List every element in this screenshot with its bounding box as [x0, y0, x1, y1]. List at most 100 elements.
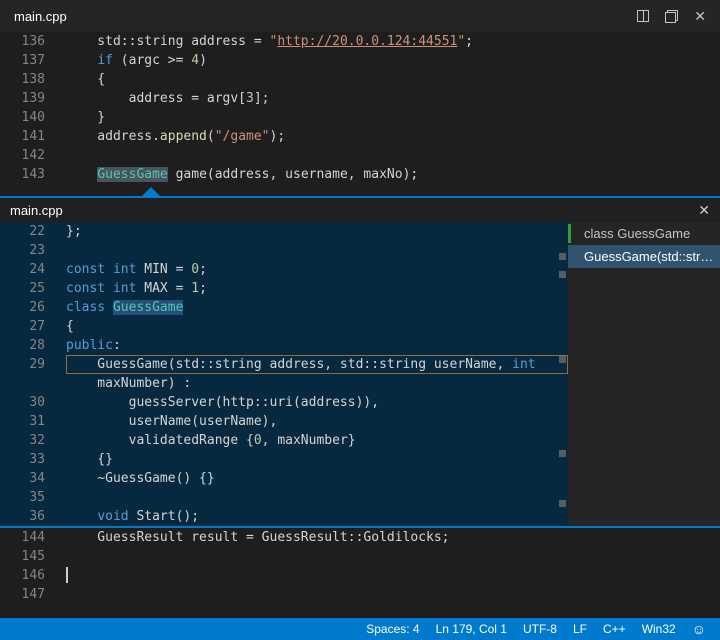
- code-text: GuessResult result = GuessResult::Goldil…: [66, 528, 720, 547]
- code-line[interactable]: 141 address.append("/game");: [0, 127, 720, 146]
- line-number[interactable]: [0, 374, 66, 393]
- line-number[interactable]: 28: [0, 336, 66, 355]
- code-line[interactable]: 136 std::string address = "http://20.0.0…: [0, 32, 720, 51]
- code-line[interactable]: 137 if (argc >= 4): [0, 51, 720, 70]
- line-number[interactable]: 22: [0, 222, 66, 241]
- code-text: }: [66, 108, 720, 127]
- code-line[interactable]: 138 {: [0, 70, 720, 89]
- code-text: [66, 146, 720, 165]
- split-editor-icon[interactable]: [637, 10, 649, 22]
- line-number[interactable]: 146: [0, 566, 66, 585]
- overview-ruler-decoration: [559, 500, 566, 507]
- language-mode-status[interactable]: C++: [595, 618, 634, 640]
- line-number[interactable]: 31: [0, 412, 66, 431]
- peek-title: main.cpp: [10, 203, 63, 218]
- code-text: [66, 585, 720, 604]
- peek-close-icon[interactable]: ✕: [698, 202, 710, 219]
- code-text: {: [66, 317, 568, 336]
- editor-empty-area[interactable]: [0, 604, 720, 618]
- close-editor-icon[interactable]: ✕: [694, 9, 706, 23]
- line-number[interactable]: 32: [0, 431, 66, 450]
- line-number[interactable]: 137: [0, 51, 66, 70]
- reference-class-guessgame[interactable]: class GuessGame: [568, 222, 720, 245]
- code-line[interactable]: 24const int MIN = 0;: [0, 260, 568, 279]
- code-text: ~GuessGame() {}: [66, 469, 568, 488]
- line-number[interactable]: 140: [0, 108, 66, 127]
- code-text: std::string address = "http://20.0.0.124…: [66, 32, 720, 51]
- code-text: maxNumber) :: [66, 374, 568, 393]
- editor-bottom-region[interactable]: 144 GuessResult result = GuessResult::Go…: [0, 528, 720, 604]
- code-line[interactable]: 144 GuessResult result = GuessResult::Go…: [0, 528, 720, 547]
- code-line[interactable]: 26class GuessGame: [0, 298, 568, 317]
- code-line[interactable]: 33 {}: [0, 450, 568, 469]
- reference-constructor-guessgame[interactable]: GuessGame(std::str…: [568, 245, 720, 268]
- code-text: public:: [66, 336, 568, 355]
- peek-body: 22};2324const int MIN = 0;25const int MA…: [0, 222, 720, 526]
- cursor-position[interactable]: Ln 179, Col 1: [428, 618, 515, 640]
- code-line[interactable]: 28public:: [0, 336, 568, 355]
- platform-configuration-status[interactable]: Win32: [634, 618, 684, 640]
- code-text: guessServer(http::uri(address)),: [66, 393, 568, 412]
- code-line[interactable]: 146: [0, 566, 720, 585]
- code-line[interactable]: 22};: [0, 222, 568, 241]
- code-line[interactable]: maxNumber) :: [0, 374, 568, 393]
- code-line[interactable]: 32 validatedRange {0, maxNumber}: [0, 431, 568, 450]
- status-bar-items: Spaces: 4Ln 179, Col 1UTF-8LFC++Win32: [358, 618, 683, 640]
- feedback-smiley-icon[interactable]: ☺: [684, 621, 714, 637]
- code-line[interactable]: 31 userName(userName),: [0, 412, 568, 431]
- code-line[interactable]: 27{: [0, 317, 568, 336]
- overview-ruler-decoration: [559, 356, 566, 363]
- line-number[interactable]: 35: [0, 488, 66, 507]
- line-number[interactable]: 144: [0, 528, 66, 547]
- code-line[interactable]: 29 GuessGame(std::string address, std::s…: [0, 355, 568, 374]
- line-number[interactable]: 141: [0, 127, 66, 146]
- line-number[interactable]: 24: [0, 260, 66, 279]
- code-line[interactable]: 30 guessServer(http::uri(address)),: [0, 393, 568, 412]
- code-line[interactable]: 35: [0, 488, 568, 507]
- line-number[interactable]: 143: [0, 165, 66, 184]
- code-line[interactable]: 36 void Start();: [0, 507, 568, 526]
- code-line[interactable]: 147: [0, 585, 720, 604]
- code-line[interactable]: 142: [0, 146, 720, 165]
- code-line[interactable]: 145: [0, 547, 720, 566]
- code-line[interactable]: 25const int MAX = 1;: [0, 279, 568, 298]
- line-number[interactable]: 136: [0, 32, 66, 51]
- peek-editor[interactable]: 22};2324const int MIN = 0;25const int MA…: [0, 222, 568, 526]
- code-text: };: [66, 222, 568, 241]
- line-number[interactable]: 138: [0, 70, 66, 89]
- code-text: const int MIN = 0;: [66, 260, 568, 279]
- line-number[interactable]: 25: [0, 279, 66, 298]
- line-number[interactable]: 26: [0, 298, 66, 317]
- line-number[interactable]: 30: [0, 393, 66, 412]
- line-number[interactable]: 145: [0, 547, 66, 566]
- code-text: GuessGame(std::string address, std::stri…: [66, 355, 568, 374]
- peek-header: main.cpp ✕: [0, 198, 720, 222]
- encoding-status[interactable]: UTF-8: [515, 618, 565, 640]
- code-line[interactable]: 23: [0, 241, 568, 260]
- code-line[interactable]: 34 ~GuessGame() {}: [0, 469, 568, 488]
- code-line[interactable]: 139 address = argv[3];: [0, 89, 720, 108]
- code-text: const int MAX = 1;: [66, 279, 568, 298]
- code-text: userName(userName),: [66, 412, 568, 431]
- line-number[interactable]: 23: [0, 241, 66, 260]
- peek-definition-widget: main.cpp ✕ 22};2324const int MIN = 0;25c…: [0, 196, 720, 528]
- eol-sequence-status[interactable]: LF: [565, 618, 595, 640]
- line-number[interactable]: 147: [0, 585, 66, 604]
- code-text: address = argv[3];: [66, 89, 720, 108]
- pop-out-editor-icon[interactable]: [665, 10, 678, 23]
- line-number[interactable]: 139: [0, 89, 66, 108]
- status-bar: Spaces: 4Ln 179, Col 1UTF-8LFC++Win32 ☺: [0, 618, 720, 640]
- code-line[interactable]: 143 GuessGame game(address, username, ma…: [0, 165, 720, 184]
- line-number[interactable]: 33: [0, 450, 66, 469]
- line-number[interactable]: 142: [0, 146, 66, 165]
- editor-top-region[interactable]: 136 std::string address = "http://20.0.0…: [0, 32, 720, 184]
- line-number[interactable]: 29: [0, 355, 66, 374]
- code-line[interactable]: 140 }: [0, 108, 720, 127]
- editor-title-bar: main.cpp ✕: [0, 0, 720, 32]
- line-number[interactable]: 36: [0, 507, 66, 526]
- line-number[interactable]: 27: [0, 317, 66, 336]
- code-text: address.append("/game");: [66, 127, 720, 146]
- line-number[interactable]: 34: [0, 469, 66, 488]
- code-text: {: [66, 70, 720, 89]
- indentation-status[interactable]: Spaces: 4: [358, 618, 427, 640]
